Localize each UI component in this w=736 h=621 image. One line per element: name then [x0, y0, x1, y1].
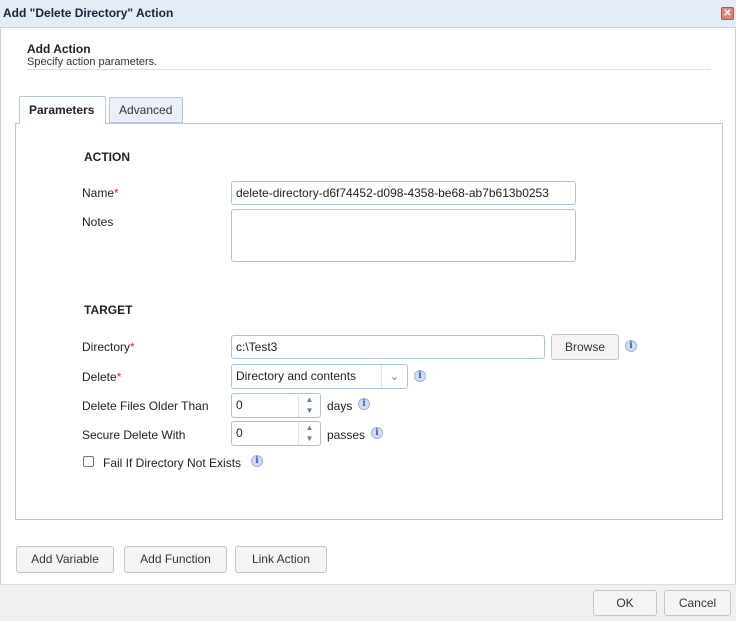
close-icon[interactable]: ✕: [721, 7, 734, 20]
info-icon[interactable]: i: [358, 398, 370, 410]
directory-label-text: Directory: [82, 340, 131, 354]
directory-input[interactable]: c:\Test3: [231, 335, 545, 359]
secure-stepper[interactable]: 0 ▲ ▼: [231, 421, 321, 446]
delete-label: Delete*: [82, 370, 121, 384]
info-icon[interactable]: i: [251, 455, 263, 467]
older-than-value: 0: [236, 398, 243, 412]
required-mark: *: [130, 340, 135, 354]
header-title: Add Action: [27, 42, 91, 56]
name-input[interactable]: delete-directory-d6f74452-d098-4358-be68…: [231, 181, 576, 205]
action-legend: ACTION: [78, 150, 136, 164]
tab-advanced[interactable]: Advanced: [109, 97, 183, 123]
cancel-button[interactable]: Cancel: [664, 590, 731, 616]
required-mark: *: [116, 370, 122, 384]
header-divider: [27, 69, 711, 70]
name-label-text: Name: [82, 186, 115, 200]
delete-select-value: Directory and contents: [236, 369, 357, 383]
add-function-button[interactable]: Add Function: [124, 546, 227, 573]
info-icon[interactable]: i: [625, 340, 637, 352]
ok-button[interactable]: OK: [593, 590, 657, 616]
link-action-button[interactable]: Link Action: [235, 546, 327, 573]
delete-select[interactable]: Directory and contents ⌄: [231, 364, 408, 389]
chevron-down-icon[interactable]: ▼: [299, 433, 320, 445]
directory-label: Directory*: [82, 340, 135, 354]
required-mark: *: [114, 186, 119, 200]
chevron-down-icon[interactable]: ▼: [299, 405, 320, 417]
window-title: Add "Delete Directory" Action: [3, 6, 174, 20]
delete-label-text: Delete: [82, 370, 117, 384]
title-bar: Add "Delete Directory" Action ✕: [0, 0, 736, 28]
secure-value: 0: [236, 426, 243, 440]
info-icon[interactable]: i: [414, 370, 426, 382]
notes-textarea[interactable]: [231, 209, 576, 262]
chevron-down-icon: ⌄: [381, 365, 407, 388]
browse-button[interactable]: Browse: [551, 334, 619, 360]
secure-label: Secure Delete With: [82, 428, 186, 442]
older-than-unit: days: [327, 399, 353, 413]
name-label: Name*: [82, 186, 119, 200]
older-than-label: Delete Files Older Than: [82, 399, 209, 413]
notes-label: Notes: [82, 215, 114, 229]
tab-parameters[interactable]: Parameters: [19, 96, 106, 124]
info-icon[interactable]: i: [371, 427, 383, 439]
older-than-stepper[interactable]: 0 ▲ ▼: [231, 393, 321, 418]
fail-checkbox[interactable]: [83, 456, 94, 467]
fail-label: Fail If Directory Not Exists: [103, 456, 242, 470]
add-variable-button[interactable]: Add Variable: [16, 546, 114, 573]
header-subtitle: Specify action parameters.: [27, 56, 158, 68]
spinner: ▲ ▼: [298, 394, 320, 417]
target-legend: TARGET: [78, 303, 139, 317]
secure-unit: passes: [327, 428, 366, 442]
spinner: ▲ ▼: [298, 422, 320, 445]
